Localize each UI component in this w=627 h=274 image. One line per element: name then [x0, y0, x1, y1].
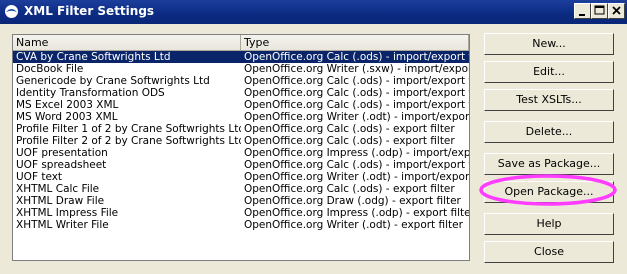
- table-row[interactable]: DocBook File OpenOffice.org Writer (.sxw)…: [13, 63, 469, 75]
- filter-list[interactable]: Name Type CVA by Crane Softwrights Ltd Op…: [12, 34, 470, 261]
- minimize-button[interactable]: [574, 3, 591, 19]
- row-type-cell: OpenOffice.org Writer (.odt) - import/ex…: [244, 171, 469, 183]
- open-package-button[interactable]: Open Package...: [484, 181, 614, 203]
- minimize-icon: [579, 14, 585, 16]
- table-row[interactable]: XHTML Impress File OpenOffice.org Impress…: [13, 207, 469, 219]
- row-name-cell: XHTML Writer File: [16, 219, 109, 231]
- row-type-cell: OpenOffice.org Calc (.ods) - import/expo…: [244, 99, 469, 111]
- table-row[interactable]: MS Word 2003 XML OpenOffice.org Writer (.…: [13, 111, 469, 123]
- maximize-icon: [594, 5, 605, 15]
- row-type-cell: OpenOffice.org Impress (.odp) - export f…: [244, 207, 469, 219]
- table-row[interactable]: XHTML Calc File OpenOffice.org Calc (.ods…: [13, 183, 469, 195]
- row-name-cell: CVA by Crane Softwrights Ltd: [16, 51, 171, 63]
- row-type-cell: OpenOffice.org Calc (.ods) - import/expo…: [244, 159, 469, 171]
- delete-button[interactable]: Delete...: [484, 121, 614, 143]
- row-type-cell: OpenOffice.org Calc (.ods) - import/expo…: [244, 75, 469, 87]
- row-type-cell: OpenOffice.org Calc (.ods) - export filt…: [244, 123, 455, 135]
- table-row[interactable]: XHTML Writer File OpenOffice.org Writer (…: [13, 219, 469, 231]
- row-name-cell: Genericode by Crane Softwrights Ltd: [16, 75, 210, 87]
- title-bar: XML Filter Settings: [0, 0, 627, 24]
- row-type-cell: OpenOffice.org Writer (.sxw) - import/ex…: [244, 63, 469, 75]
- row-name-cell: XHTML Draw File: [16, 195, 105, 207]
- test-xslts-button[interactable]: Test XSLTs...: [484, 89, 614, 111]
- table-row[interactable]: Identity Transformation ODS OpenOffice.or…: [13, 87, 469, 99]
- row-type-cell: OpenOffice.org Calc (.ods) - export filt…: [244, 183, 455, 195]
- window-title: XML Filter Settings: [24, 4, 155, 18]
- save-as-package-button[interactable]: Save as Package...: [484, 153, 614, 175]
- row-type-cell: OpenOffice.org Calc (.ods) - export filt…: [244, 135, 455, 147]
- close-button[interactable]: Close: [484, 241, 614, 263]
- row-type-cell: OpenOffice.org Impress (.odp) - import/e…: [244, 147, 469, 159]
- table-row[interactable]: UOF presentation OpenOffice.org Impress (…: [13, 147, 469, 159]
- column-header-name[interactable]: Name: [13, 35, 241, 51]
- column-header-type[interactable]: Type: [241, 35, 469, 51]
- row-type-cell: OpenOffice.org Writer (.odt) - export fi…: [244, 219, 463, 231]
- row-name-cell: UOF spreadsheet: [16, 159, 107, 171]
- app-icon: [5, 5, 18, 18]
- xml-filter-settings-window: XML Filter Settings Name Type CVA by Cra…: [0, 0, 627, 274]
- row-type-cell: OpenOffice.org Draw (.odg) - export filt…: [244, 195, 461, 207]
- row-name-cell: XHTML Impress File: [16, 207, 119, 219]
- row-name-cell: MS Excel 2003 XML: [16, 99, 119, 111]
- row-name-cell: Profile Filter 1 of 2 by Crane Softwrigh…: [16, 123, 241, 135]
- row-name-cell: XHTML Calc File: [16, 183, 100, 195]
- table-row[interactable]: Profile Filter 1 of 2 by Crane Softwrigh…: [13, 123, 469, 135]
- list-rows: CVA by Crane Softwrights Ltd OpenOffice.o…: [13, 51, 469, 231]
- table-row[interactable]: CVA by Crane Softwrights Ltd OpenOffice.o…: [13, 51, 469, 63]
- table-row[interactable]: XHTML Draw File OpenOffice.org Draw (.odg…: [13, 195, 469, 207]
- table-row[interactable]: MS Excel 2003 XML OpenOffice.org Calc (.o…: [13, 99, 469, 111]
- table-row[interactable]: UOF spreadsheet OpenOffice.org Calc (.ods…: [13, 159, 469, 171]
- row-name-cell: UOF presentation: [16, 147, 108, 159]
- table-row[interactable]: Genericode by Crane Softwrights Ltd OpenO…: [13, 75, 469, 87]
- row-name-cell: Profile Filter 2 of 2 by Crane Softwrigh…: [16, 135, 241, 147]
- list-header: Name Type: [13, 35, 469, 51]
- edit-button[interactable]: Edit...: [484, 61, 614, 83]
- maximize-button[interactable]: [591, 3, 608, 19]
- row-name-cell: DocBook File: [16, 63, 84, 75]
- new-button[interactable]: New...: [484, 33, 614, 55]
- close-icon: [612, 6, 621, 15]
- row-type-cell: OpenOffice.org Calc (.ods) - import/expo…: [244, 87, 469, 99]
- table-row[interactable]: Profile Filter 2 of 2 by Crane Softwrigh…: [13, 135, 469, 147]
- close-window-button[interactable]: [608, 3, 625, 19]
- help-button[interactable]: Help: [484, 213, 614, 235]
- row-name-cell: Identity Transformation ODS: [16, 87, 165, 99]
- row-type-cell: OpenOffice.org Calc (.ods) - import/expo…: [244, 51, 469, 63]
- row-name-cell: UOF text: [16, 171, 63, 183]
- row-type-cell: OpenOffice.org Writer (.odt) - import/ex…: [244, 111, 469, 123]
- row-name-cell: MS Word 2003 XML: [16, 111, 118, 123]
- table-row[interactable]: UOF text OpenOffice.org Writer (.odt) - i…: [13, 171, 469, 183]
